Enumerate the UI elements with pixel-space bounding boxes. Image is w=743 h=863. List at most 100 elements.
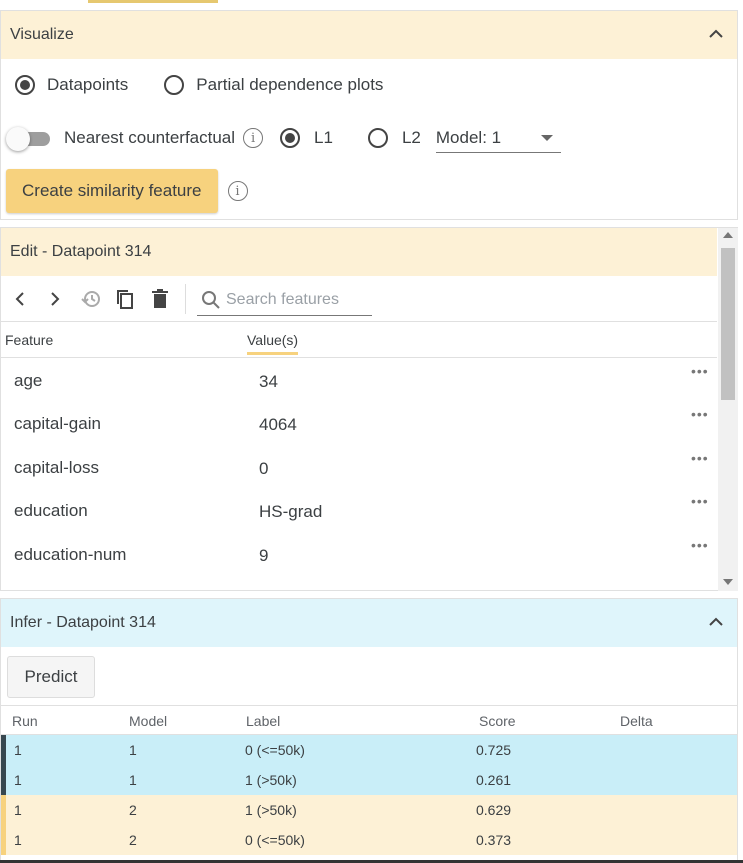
col-label: Label xyxy=(246,713,281,729)
nearest-counterfactual-label: Nearest counterfactual xyxy=(64,128,236,147)
infer-title: Infer - Datapoint 314 xyxy=(10,614,156,631)
history-icon[interactable] xyxy=(80,288,102,310)
table-row: 1 2 1 (>50k) 0.629 xyxy=(1,795,737,825)
cell-run: 1 xyxy=(14,742,22,758)
visualize-title: Visualize xyxy=(10,26,74,43)
table-row: education-num 9 ••• xyxy=(1,533,717,576)
scroll-down-icon[interactable] xyxy=(723,579,733,585)
radio-l1-label: L1 xyxy=(314,128,333,147)
cell-label: 1 (>50k) xyxy=(245,802,297,818)
more-options-icon[interactable]: ••• xyxy=(691,363,709,379)
chevron-right-icon[interactable] xyxy=(44,288,66,310)
feature-name: age xyxy=(14,371,43,390)
active-tab-indicator xyxy=(88,0,218,3)
feature-value[interactable]: 9 xyxy=(259,546,268,566)
predict-button[interactable]: Predict xyxy=(7,656,95,698)
create-similarity-feature-button[interactable]: Create similarity feature xyxy=(6,169,218,213)
search-icon xyxy=(202,290,220,309)
nearest-counterfactual-toggle[interactable] xyxy=(6,126,54,151)
feature-name: capital-gain xyxy=(14,414,101,433)
more-options-icon[interactable]: ••• xyxy=(691,406,709,422)
cell-score: 0.261 xyxy=(476,772,512,788)
scroll-thumb[interactable] xyxy=(721,248,735,400)
infer-header[interactable]: Infer - Datapoint 314 xyxy=(1,599,737,647)
radio-l1[interactable] xyxy=(280,128,301,148)
model-indicator xyxy=(1,735,6,765)
table-row: 1 2 0 (<=50k) 0.373 xyxy=(1,825,737,855)
chevron-left-icon[interactable] xyxy=(9,288,31,310)
edit-title: Edit - Datapoint 314 xyxy=(10,243,152,260)
radio-l2[interactable] xyxy=(367,128,388,148)
cell-run: 1 xyxy=(14,772,22,788)
counterfactual-row: Nearest counterfactual i L1 L2 Model: 1 xyxy=(6,123,561,153)
cell-label: 0 (<=50k) xyxy=(245,742,305,758)
cell-model: 2 xyxy=(129,802,137,818)
more-options-icon[interactable]: ••• xyxy=(691,450,709,466)
results-table-header: Run Model Label Score Delta xyxy=(1,705,737,735)
model-select-value: Model: 1 xyxy=(435,127,502,147)
copy-icon[interactable] xyxy=(114,288,136,310)
cell-run: 1 xyxy=(14,832,22,848)
table-row: 1 1 1 (>50k) 0.261 xyxy=(1,765,737,795)
top-strip xyxy=(0,0,743,10)
col-values[interactable]: Value(s) xyxy=(247,332,299,355)
info-icon[interactable]: i xyxy=(227,181,248,201)
table-row: 1 1 0 (<=50k) 0.725 xyxy=(1,735,737,765)
more-options-icon[interactable]: ••• xyxy=(691,493,709,509)
infer-panel: Infer - Datapoint 314 Predict Run Model … xyxy=(0,598,738,863)
feature-list: age 34 ••• capital-gain 4064 ••• capital… xyxy=(1,359,717,591)
model-select[interactable]: Model: 1 xyxy=(435,123,561,153)
cell-label: 1 (>50k) xyxy=(245,772,297,788)
chevron-up-icon[interactable] xyxy=(707,25,725,43)
more-options-icon[interactable]: ••• xyxy=(691,537,709,553)
table-row: age 34 ••• xyxy=(1,359,717,402)
radio-partial-dependence-label: Partial dependence plots xyxy=(196,75,384,94)
edit-header: Edit - Datapoint 314 xyxy=(1,228,717,276)
table-row: capital-gain 4064 ••• xyxy=(1,402,717,445)
col-delta: Delta xyxy=(620,713,653,729)
feature-name: capital-loss xyxy=(14,458,100,477)
feature-name: education xyxy=(14,501,88,520)
cell-model: 1 xyxy=(129,742,137,758)
cell-run: 1 xyxy=(14,802,22,818)
col-score: Score xyxy=(479,713,516,729)
model-indicator xyxy=(1,795,6,825)
cell-model: 1 xyxy=(129,772,137,788)
col-feature[interactable]: Feature xyxy=(5,332,53,348)
feature-value[interactable]: 34 xyxy=(259,372,278,392)
feature-value[interactable]: 0 xyxy=(259,459,268,479)
search-features-input[interactable]: Search features xyxy=(197,284,372,316)
visualize-header[interactable]: Visualize xyxy=(1,11,737,59)
search-placeholder: Search features xyxy=(226,290,339,308)
delete-icon[interactable] xyxy=(149,288,171,310)
feature-value[interactable]: 4064 xyxy=(259,415,297,435)
edit-panel: Edit - Datapoint 314 Search features Fea… xyxy=(0,227,738,591)
model-indicator xyxy=(1,825,6,855)
radio-l2-label: L2 xyxy=(401,128,421,147)
scroll-up-icon[interactable] xyxy=(723,232,733,238)
col-run: Run xyxy=(12,713,38,729)
cell-score: 0.629 xyxy=(476,802,512,818)
table-row: education HS-grad ••• xyxy=(1,489,717,532)
feature-name: education-num xyxy=(14,545,127,564)
info-icon[interactable]: i xyxy=(243,128,264,148)
radio-datapoints[interactable] xyxy=(15,75,35,95)
chevron-up-icon[interactable] xyxy=(707,613,725,631)
radio-datapoints-label: Datapoints xyxy=(47,75,129,94)
radio-partial-dependence[interactable] xyxy=(164,75,185,95)
toolbar-divider xyxy=(185,284,186,314)
table-row: capital-loss 0 ••• xyxy=(1,446,717,489)
visualize-panel: Visualize Datapoints Partial dependence … xyxy=(0,10,738,220)
edit-scrollbar[interactable] xyxy=(718,228,738,591)
cell-label: 0 (<=50k) xyxy=(245,832,305,848)
cell-score: 0.725 xyxy=(476,742,512,758)
feature-value[interactable]: HS-grad xyxy=(259,502,322,522)
model-indicator xyxy=(1,765,6,795)
cell-model: 2 xyxy=(129,832,137,848)
cell-score: 0.373 xyxy=(476,832,512,848)
col-model: Model xyxy=(129,713,168,729)
dropdown-caret-icon xyxy=(540,134,553,141)
similarity-row: Create similarity feature i xyxy=(6,169,248,213)
visualize-mode-group: Datapoints Partial dependence plots xyxy=(15,75,383,95)
feature-table-header: Feature Value(s) xyxy=(1,322,717,358)
